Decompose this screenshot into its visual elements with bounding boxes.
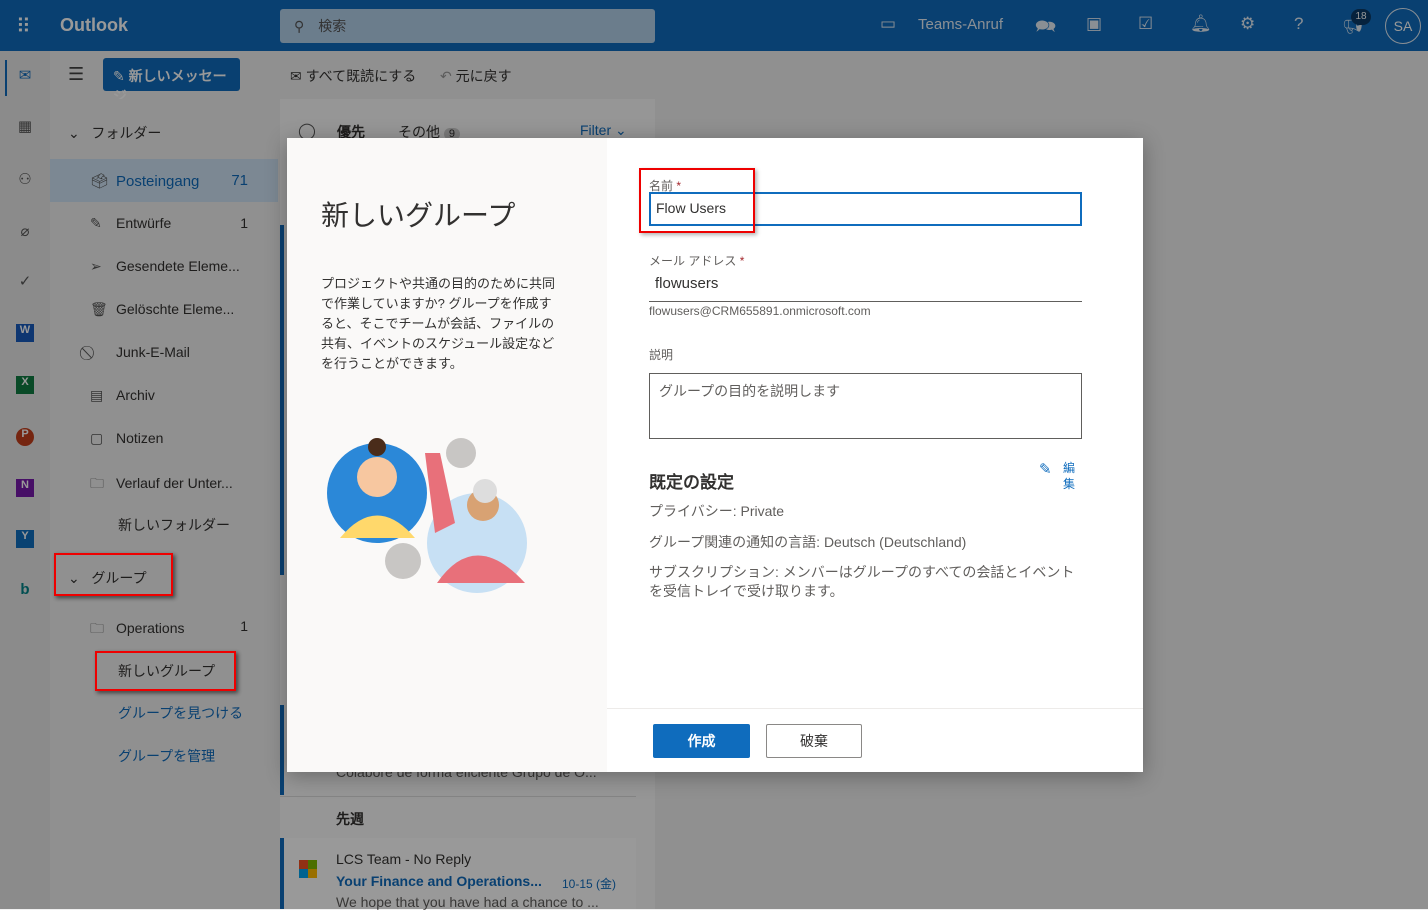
new-group-dialog: 新しいグループ プロジェクトや共通の目的のために共同で作業していますか? グルー…	[287, 138, 1143, 772]
dialog-description: プロジェクトや共通の目的のために共同で作業していますか? グループを作成すると、…	[321, 276, 556, 371]
footer-divider	[607, 708, 1143, 709]
subscription-setting: サブスクリプション: メンバーはグループのすべての会話とイベントを受信トレイで受…	[649, 564, 1075, 599]
highlight-box	[95, 651, 236, 691]
edit-settings-label[interactable]: 編集	[1063, 460, 1077, 492]
settings-title: 既定の設定	[649, 473, 734, 492]
email-label: メール アドレス *	[649, 252, 744, 269]
dialog-title: 新しいグループ	[321, 200, 516, 231]
email-input[interactable]: flowusers	[649, 274, 1082, 302]
privacy-setting: プライバシー: Private	[649, 503, 785, 519]
highlight-box	[54, 553, 173, 596]
dialog-intro-panel: 新しいグループ プロジェクトや共通の目的のために共同で作業していますか? グルー…	[287, 138, 607, 772]
pencil-icon: ✎	[1039, 461, 1052, 478]
highlight-box	[639, 168, 755, 233]
description-textarea[interactable]: グループの目的を説明します	[649, 373, 1082, 439]
edit-settings-button[interactable]: ✎	[1039, 460, 1052, 478]
group-illustration	[327, 438, 527, 593]
create-button[interactable]: 作成	[653, 724, 750, 758]
language-setting: グループ関連の通知の言語: Deutsch (Deutschland)	[649, 534, 967, 550]
discard-button[interactable]: 破棄	[766, 724, 862, 758]
required-mark: *	[739, 254, 745, 268]
description-label: 説明	[649, 348, 674, 362]
email-full-address: flowusers@CRM655891.onmicrosoft.com	[649, 304, 871, 318]
email-label-text: メール アドレス	[649, 254, 737, 268]
